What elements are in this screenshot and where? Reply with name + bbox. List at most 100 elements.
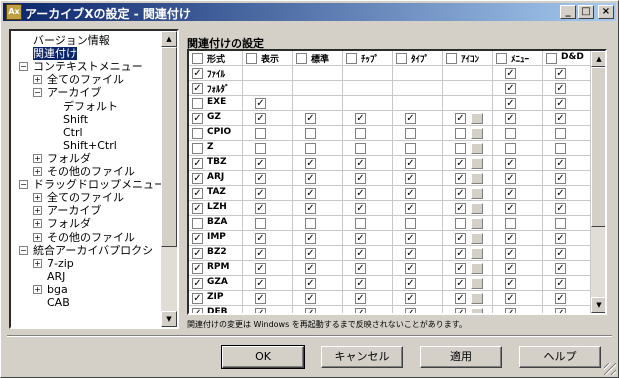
option-checkbox[interactable]: ✓ bbox=[455, 278, 466, 289]
collapse-icon[interactable]: − bbox=[19, 245, 28, 255]
cancel-button[interactable]: キャンセル bbox=[321, 346, 403, 368]
extension-checkbox[interactable] bbox=[192, 98, 203, 109]
column-toggle-checkbox[interactable] bbox=[246, 53, 257, 64]
option-checkbox[interactable]: ✓ bbox=[355, 113, 366, 124]
expand-icon[interactable]: + bbox=[33, 258, 42, 268]
option-checkbox[interactable]: ✓ bbox=[505, 83, 516, 94]
option-checkbox[interactable]: ✓ bbox=[255, 248, 266, 259]
tree-item[interactable]: ARJ bbox=[11, 270, 159, 283]
expand-icon[interactable]: + bbox=[33, 75, 42, 85]
collapse-icon[interactable]: − bbox=[19, 62, 28, 72]
icon-select-button[interactable] bbox=[471, 308, 483, 313]
expand-icon[interactable]: + bbox=[33, 193, 42, 203]
option-checkbox[interactable]: ✓ bbox=[555, 293, 566, 304]
option-checkbox[interactable]: ✓ bbox=[505, 203, 516, 214]
help-button[interactable]: ヘルプ bbox=[519, 346, 601, 368]
column-header[interactable]: 形式 bbox=[189, 51, 243, 66]
extension-checkbox[interactable] bbox=[192, 218, 203, 229]
scroll-up-button[interactable]: ▲ bbox=[161, 31, 177, 47]
option-checkbox[interactable]: ✓ bbox=[555, 278, 566, 289]
option-checkbox[interactable]: ✓ bbox=[505, 233, 516, 244]
option-checkbox[interactable]: ✓ bbox=[255, 233, 266, 244]
icon-select-button[interactable] bbox=[471, 248, 483, 259]
tree-item[interactable]: 関連付け bbox=[11, 47, 159, 61]
option-checkbox[interactable]: ✓ bbox=[255, 188, 266, 199]
column-toggle-checkbox[interactable] bbox=[192, 53, 203, 64]
option-checkbox[interactable]: ✓ bbox=[305, 188, 316, 199]
option-checkbox[interactable]: ✓ bbox=[555, 203, 566, 214]
option-checkbox[interactable] bbox=[305, 218, 316, 229]
option-checkbox[interactable]: ✓ bbox=[255, 173, 266, 184]
option-checkbox[interactable]: ✓ bbox=[455, 293, 466, 304]
column-toggle-checkbox[interactable] bbox=[446, 53, 457, 64]
option-checkbox[interactable]: ✓ bbox=[355, 293, 366, 304]
grid-scroll-up-button[interactable]: ▲ bbox=[591, 51, 605, 67]
option-checkbox[interactable] bbox=[355, 128, 366, 139]
extension-checkbox[interactable]: ✓ bbox=[192, 293, 203, 304]
extension-checkbox[interactable]: ✓ bbox=[192, 68, 203, 79]
icon-select-button[interactable] bbox=[471, 203, 483, 214]
column-header[interactable]: 表示 bbox=[243, 51, 293, 66]
collapse-icon[interactable]: − bbox=[33, 88, 42, 98]
tree-item[interactable]: Ctrl bbox=[11, 126, 159, 139]
option-checkbox[interactable]: ✓ bbox=[355, 173, 366, 184]
option-checkbox[interactable]: ✓ bbox=[505, 278, 516, 289]
option-checkbox[interactable] bbox=[505, 143, 516, 154]
option-checkbox[interactable] bbox=[455, 218, 466, 229]
option-checkbox[interactable]: ✓ bbox=[505, 158, 516, 169]
grid-scrollbar[interactable]: ▲ ▼ bbox=[591, 51, 605, 313]
icon-select-button[interactable] bbox=[471, 143, 483, 154]
resize-grip[interactable] bbox=[604, 363, 616, 375]
tree-item[interactable]: Shift bbox=[11, 113, 159, 126]
option-checkbox[interactable]: ✓ bbox=[355, 278, 366, 289]
column-header[interactable]: ｱｲｺﾝ bbox=[443, 51, 493, 66]
option-checkbox[interactable]: ✓ bbox=[555, 188, 566, 199]
icon-select-button[interactable] bbox=[471, 218, 483, 229]
option-checkbox[interactable]: ✓ bbox=[505, 173, 516, 184]
icon-select-button[interactable] bbox=[471, 113, 483, 124]
option-checkbox[interactable]: ✓ bbox=[555, 173, 566, 184]
option-checkbox[interactable]: ✓ bbox=[555, 308, 566, 313]
extension-checkbox[interactable] bbox=[192, 128, 203, 139]
option-checkbox[interactable]: ✓ bbox=[505, 68, 516, 79]
column-toggle-checkbox[interactable] bbox=[496, 53, 507, 64]
column-header[interactable]: 標準 bbox=[293, 51, 343, 66]
option-checkbox[interactable]: ✓ bbox=[405, 233, 416, 244]
option-checkbox[interactable]: ✓ bbox=[255, 158, 266, 169]
option-checkbox[interactable]: ✓ bbox=[355, 158, 366, 169]
option-checkbox[interactable]: ✓ bbox=[405, 308, 416, 313]
option-checkbox[interactable]: ✓ bbox=[455, 188, 466, 199]
extension-checkbox[interactable]: ✓ bbox=[192, 308, 203, 313]
option-checkbox[interactable] bbox=[255, 143, 266, 154]
option-checkbox[interactable]: ✓ bbox=[405, 173, 416, 184]
option-checkbox[interactable]: ✓ bbox=[255, 113, 266, 124]
maximize-button[interactable]: □ bbox=[578, 5, 594, 19]
tree-item[interactable]: − 統合アーカイバプロクシ bbox=[11, 244, 159, 257]
tree-item[interactable]: + 全てのファイル bbox=[11, 191, 159, 204]
ok-button[interactable]: OK bbox=[221, 345, 305, 369]
extension-checkbox[interactable] bbox=[192, 143, 203, 154]
option-checkbox[interactable]: ✓ bbox=[555, 263, 566, 274]
icon-select-button[interactable] bbox=[471, 188, 483, 199]
option-checkbox[interactable]: ✓ bbox=[405, 248, 416, 259]
option-checkbox[interactable] bbox=[555, 128, 566, 139]
option-checkbox[interactable]: ✓ bbox=[255, 203, 266, 214]
option-checkbox[interactable]: ✓ bbox=[405, 278, 416, 289]
option-checkbox[interactable]: ✓ bbox=[555, 248, 566, 259]
column-toggle-checkbox[interactable] bbox=[346, 53, 357, 64]
association-grid[interactable]: 形式 表示 標準 ﾁｯﾌﾟ ﾀｲﾌﾟ ｱｲｺﾝ ﾒﾆｭｰ D&D ✓ ﾌｧｲﾙ ✓ ✓ ✓ ﾌｫﾙﾀﾞ ✓ ✓… bbox=[187, 49, 607, 315]
tree-item[interactable]: + その他のファイル bbox=[11, 165, 159, 178]
tree-item[interactable]: デフォルト bbox=[11, 100, 159, 113]
close-button[interactable]: × bbox=[598, 5, 614, 19]
option-checkbox[interactable]: ✓ bbox=[455, 248, 466, 259]
apply-button[interactable]: 適用 bbox=[420, 346, 502, 368]
option-checkbox[interactable] bbox=[505, 218, 516, 229]
option-checkbox[interactable]: ✓ bbox=[455, 263, 466, 274]
option-checkbox[interactable]: ✓ bbox=[305, 278, 316, 289]
tree-scrollbar[interactable]: ▲ ▼ bbox=[161, 31, 177, 327]
option-checkbox[interactable]: ✓ bbox=[455, 173, 466, 184]
column-toggle-checkbox[interactable] bbox=[396, 53, 407, 64]
extension-checkbox[interactable]: ✓ bbox=[192, 113, 203, 124]
expand-icon[interactable]: + bbox=[33, 167, 42, 176]
option-checkbox[interactable]: ✓ bbox=[305, 293, 316, 304]
